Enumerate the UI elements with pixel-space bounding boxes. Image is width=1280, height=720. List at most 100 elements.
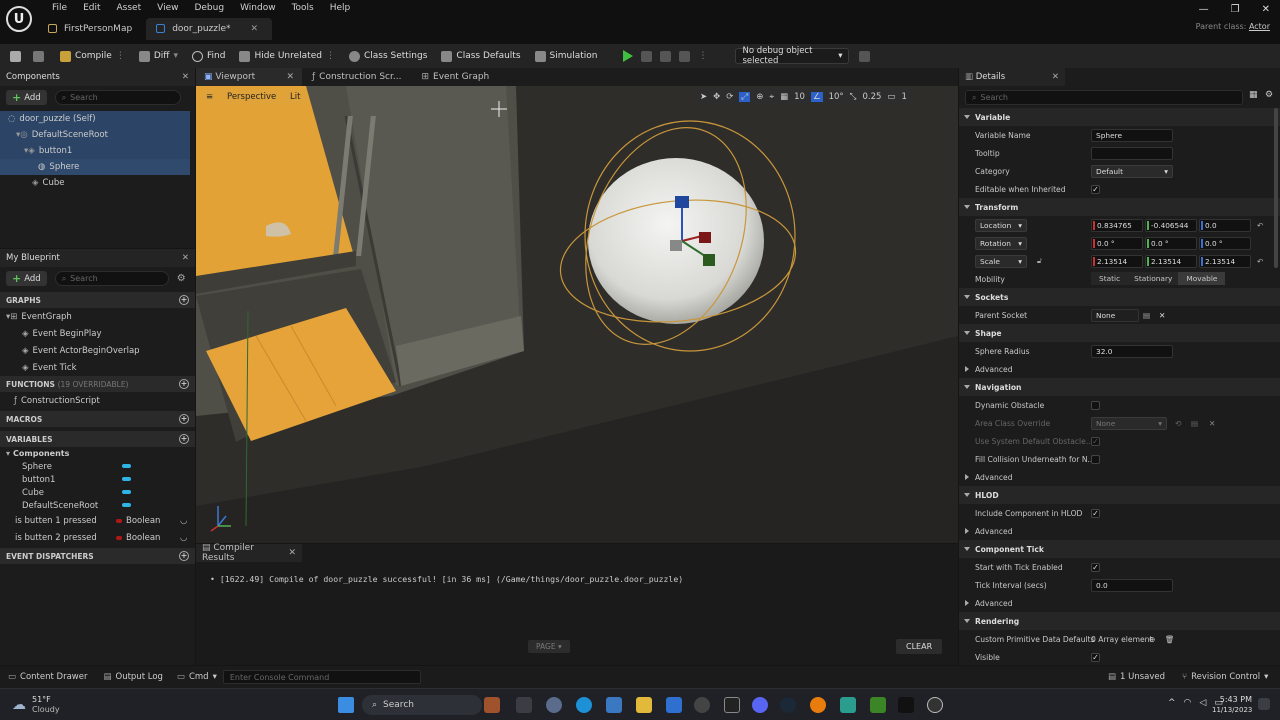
- app-icon[interactable]: [840, 697, 856, 713]
- surface-snap-icon[interactable]: ⌖: [769, 92, 774, 102]
- find-button[interactable]: Find: [191, 50, 225, 62]
- event-graph-item[interactable]: ▾⊞ EventGraph: [0, 308, 195, 325]
- page-dropdown[interactable]: PAGE ▾: [528, 640, 570, 653]
- tab-viewport[interactable]: ▣ Viewport ✕: [196, 68, 302, 86]
- steam-icon[interactable]: [780, 697, 796, 713]
- menu-window[interactable]: Window: [232, 3, 284, 13]
- menu-view[interactable]: View: [149, 3, 186, 13]
- browse-arrow-icon[interactable]: ⟲: [1175, 419, 1181, 428]
- folder-icon[interactable]: ▤: [1143, 311, 1150, 320]
- scale-icon[interactable]: ⤢: [739, 91, 751, 102]
- close-icon[interactable]: ✕: [182, 253, 189, 263]
- camera-speed-value[interactable]: 1: [901, 92, 906, 102]
- camera-speed-icon[interactable]: ▭: [887, 92, 895, 102]
- perspective-button[interactable]: Perspective: [221, 89, 283, 104]
- tree-item-cube[interactable]: ◈ Cube: [0, 175, 190, 191]
- close-window-icon[interactable]: ✕: [1262, 4, 1270, 15]
- add-blueprint-item-button[interactable]: + Add: [6, 271, 47, 286]
- tree-item-self[interactable]: ◌ door_puzzle (Self): [0, 111, 190, 127]
- eye-icon[interactable]: ◡: [180, 516, 187, 526]
- compiler-results-tab[interactable]: ▤ Compiler Results ✕: [196, 543, 302, 563]
- menu-debug[interactable]: Debug: [186, 3, 232, 13]
- scale-x-field[interactable]: 2.13514: [1091, 254, 1143, 268]
- class-settings-button[interactable]: Class Settings: [348, 50, 427, 62]
- add-macro-icon[interactable]: +: [179, 414, 189, 424]
- rotation-y-field[interactable]: 0.0 °: [1145, 236, 1197, 250]
- reset-arrow-icon[interactable]: ↶: [1257, 257, 1263, 266]
- chat-icon[interactable]: [546, 697, 562, 713]
- menu-edit[interactable]: Edit: [75, 3, 108, 13]
- step-icon[interactable]: [641, 50, 653, 62]
- macros-section[interactable]: MACROS +: [0, 411, 195, 427]
- debug-object-select[interactable]: No debug object selected ▾: [735, 46, 850, 66]
- hlod-advanced[interactable]: Advanced: [959, 522, 1280, 540]
- add-element-icon[interactable]: ⊕: [1149, 635, 1155, 644]
- add-variable-icon[interactable]: +: [179, 434, 189, 444]
- location-x-field[interactable]: 0.834765: [1091, 218, 1143, 232]
- diff-button[interactable]: Diff ▾: [138, 50, 178, 62]
- visible-checkbox[interactable]: ✓: [1091, 652, 1100, 662]
- add-component-button[interactable]: + Add: [6, 90, 47, 105]
- wifi-icon[interactable]: ◠: [1184, 698, 1192, 708]
- unreal-logo-icon[interactable]: U: [6, 6, 32, 32]
- epic-games-icon[interactable]: [724, 697, 740, 713]
- rendering-category[interactable]: Rendering: [959, 612, 1280, 630]
- menu-tools[interactable]: Tools: [284, 3, 322, 13]
- components-tab[interactable]: Components ✕: [0, 68, 195, 86]
- shape-category[interactable]: Shape: [959, 324, 1280, 342]
- angle-snap-value[interactable]: 10°: [829, 92, 844, 102]
- functions-section[interactable]: FUNCTIONS (19 OVERRIDABLE) +: [0, 376, 195, 392]
- gear-icon[interactable]: ⚙: [177, 273, 186, 284]
- scale-z-field[interactable]: 2.13514: [1199, 254, 1251, 268]
- hlod-category[interactable]: HLOD: [959, 486, 1280, 504]
- grid-snap-value[interactable]: 10: [794, 92, 805, 102]
- sockets-category[interactable]: Sockets: [959, 288, 1280, 306]
- viewport-3d[interactable]: ≡ Perspective Lit ➤ ✥ ⟳ ⤢ ⊕ ⌖ ▦ 10 ∠ 10°…: [196, 86, 958, 543]
- tree-item-sphere[interactable]: ◍ Sphere: [0, 159, 190, 175]
- variable-butten-2-pressed[interactable]: is butten 2 pressed Boolean ◡: [0, 529, 195, 546]
- add-graph-icon[interactable]: +: [179, 295, 189, 305]
- windows-start-icon[interactable]: [338, 697, 354, 713]
- blender-icon[interactable]: [810, 697, 826, 713]
- discord-icon[interactable]: [752, 697, 768, 713]
- taskbar-search[interactable]: ⌕ Search: [362, 695, 482, 715]
- mobility-stationary[interactable]: Stationary: [1128, 274, 1178, 283]
- chevron-up-icon[interactable]: ^: [1168, 698, 1176, 708]
- variable-cube[interactable]: Cube: [0, 486, 195, 499]
- edge-icon[interactable]: [576, 697, 592, 713]
- task-view-icon[interactable]: [516, 697, 532, 713]
- menu-file[interactable]: File: [44, 3, 75, 13]
- variable-button1[interactable]: button1: [0, 473, 195, 486]
- tree-item-default-scene-root[interactable]: ▾◎ DefaultSceneRoot: [0, 127, 190, 143]
- mail-icon[interactable]: [666, 697, 682, 713]
- world-space-icon[interactable]: ⊕: [756, 92, 763, 102]
- hamburger-menu-icon[interactable]: ≡: [202, 89, 217, 104]
- play-icon[interactable]: [623, 50, 634, 62]
- notification-icon[interactable]: [1258, 698, 1270, 710]
- close-icon[interactable]: ✕: [182, 72, 189, 82]
- rotate-icon[interactable]: ⟳: [726, 92, 733, 102]
- clock[interactable]: 5:43 PM 11/13/2023: [1212, 694, 1252, 716]
- stop-icon[interactable]: [660, 50, 672, 62]
- hide-unrelated-button[interactable]: Hide Unrelated ⋮: [239, 50, 335, 62]
- location-mode-select[interactable]: Location ▾: [975, 218, 1027, 232]
- event-actor-begin-overlap-item[interactable]: ◈ Event ActorBeginOverlap: [0, 342, 195, 359]
- dynamic-obstacle-checkbox[interactable]: [1091, 400, 1100, 410]
- variables-section[interactable]: VARIABLES +: [0, 431, 195, 447]
- event-begin-play-item[interactable]: ◈ Event BeginPlay: [0, 325, 195, 342]
- lit-button[interactable]: Lit: [284, 89, 307, 104]
- add-function-icon[interactable]: +: [179, 379, 189, 389]
- capcut-icon[interactable]: [898, 697, 914, 713]
- eject-icon[interactable]: [679, 50, 691, 62]
- scale-mode-select[interactable]: Scale ▾: [975, 254, 1027, 268]
- scale-snap-value[interactable]: 0.25: [862, 92, 881, 102]
- construction-script-item[interactable]: ƒ ConstructionScript: [0, 392, 195, 409]
- variable-sphere[interactable]: Sphere: [0, 460, 195, 473]
- store-icon[interactable]: [606, 697, 622, 713]
- content-drawer-button[interactable]: ▭ Content Drawer: [0, 672, 95, 682]
- tab-event-graph[interactable]: ⊞ Event Graph: [411, 68, 499, 86]
- class-defaults-button[interactable]: Class Defaults: [441, 50, 521, 62]
- area-class-select[interactable]: None ▾: [1091, 416, 1167, 430]
- compile-button[interactable]: Compile ⋮: [60, 50, 125, 62]
- minimize-icon[interactable]: —: [1199, 4, 1209, 15]
